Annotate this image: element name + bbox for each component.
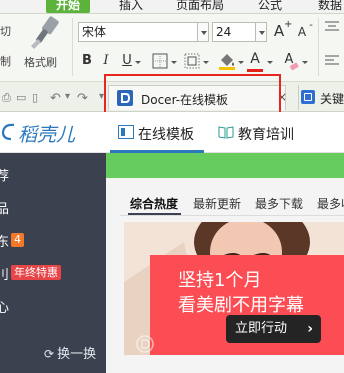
filter-divider: [120, 215, 344, 216]
docer-brand-mark-icon: [1, 123, 15, 141]
sidebar-item-recommended[interactable]: 荐: [0, 165, 9, 184]
font-color-button[interactable]: A: [248, 50, 262, 68]
template-icon: [118, 125, 134, 139]
eraser-icon: [289, 62, 299, 71]
refresh-label: 换一换: [57, 347, 97, 362]
font-color-swatch: [247, 69, 263, 72]
green-banner[interactable]: [106, 153, 344, 178]
docer-header: 稻壳儿 在线模板 教育培训: [0, 112, 344, 153]
ad-headline: 坚持1个月: [178, 270, 262, 291]
font-size-select[interactable]: 24: [212, 22, 256, 42]
document-tab-2[interactable]: 关键: [298, 85, 344, 110]
highlight-annotation-box: [104, 74, 281, 114]
act-now-label: 立即行动: [235, 321, 288, 336]
filter-tab-popularity[interactable]: 综合热度: [130, 195, 178, 212]
menu-tab-page-layout[interactable]: 页面布局: [176, 0, 224, 13]
book-icon: [218, 126, 234, 139]
menu-tab-formulas[interactable]: 公式: [258, 0, 282, 13]
copy-button[interactable]: 复制: [0, 53, 11, 69]
redo-icon[interactable]: ↷: [77, 91, 88, 106]
docer-watermark-icon: [136, 335, 154, 353]
count-badge: 4: [11, 233, 24, 247]
tab-education-training-label: 教育培训: [238, 127, 294, 143]
italic-button[interactable]: I: [100, 52, 112, 70]
spreadsheet-icon: [301, 90, 315, 104]
tab-online-templates-label: 在线模板: [138, 127, 194, 143]
promo-tag: 年终特惠: [11, 265, 61, 280]
sidebar-item-4[interactable]: 刂: [0, 264, 9, 283]
refresh-icon: ⟳: [44, 347, 55, 361]
bold-button[interactable]: B: [80, 52, 94, 70]
grow-font-plus-icon: +: [284, 19, 293, 30]
fill-color-caret-icon[interactable]: [238, 61, 244, 64]
category-sidebar: 荐 品 东 4 刂 年终特惠 心 ⟳ 换一换: [0, 153, 106, 373]
undo-caret-icon[interactable]: ▾: [65, 91, 70, 102]
menu-tab-data[interactable]: 数据: [318, 0, 342, 13]
font-name-dropdown-icon[interactable]: [197, 22, 209, 42]
clear-format-caret-icon[interactable]: [302, 61, 308, 64]
cell-style-caret-icon[interactable]: [203, 61, 209, 64]
filter-tab-newest[interactable]: 最新更新: [193, 195, 241, 212]
undo-icon[interactable]: ↶: [50, 91, 61, 106]
ribbon-menu-bar: 开始 插入 页面布局 公式 数据: [0, 0, 344, 14]
print-preview-icon[interactable]: ▭: [16, 91, 26, 104]
ribbon-divider: [72, 18, 73, 76]
tab-online-templates[interactable]: 在线模板: [110, 112, 204, 153]
sidebar-item-5[interactable]: 心: [0, 297, 9, 316]
sidebar-item-products[interactable]: 品: [0, 198, 9, 217]
print-icon[interactable]: ⎙: [2, 91, 11, 105]
export-pdf-icon[interactable]: ▯: [32, 91, 38, 104]
ad-subheadline: 看美剧不用字幕: [178, 295, 304, 316]
format-painter-label: 格式刷: [24, 56, 57, 69]
promo-ad-card[interactable]: 坚持1个月 看美剧不用字幕 立即行动 ›: [124, 222, 344, 355]
borders-caret-icon[interactable]: [171, 61, 177, 64]
filter-tab-most-favorites[interactable]: 最多收: [317, 195, 344, 212]
font-size-dropdown-icon[interactable]: [255, 22, 267, 42]
align-top-icon[interactable]: [325, 20, 339, 32]
cell-style-icon[interactable]: [184, 53, 200, 69]
menu-tab-home[interactable]: 开始: [46, 0, 91, 13]
align-left-icon[interactable]: [325, 54, 339, 66]
font-name-select[interactable]: 宋体: [78, 22, 198, 42]
underline-button[interactable]: U: [120, 52, 134, 70]
ribbon-divider-2: [318, 18, 319, 76]
tab-education-training[interactable]: 教育培训: [214, 112, 310, 153]
act-now-button[interactable]: 立即行动 ›: [226, 315, 321, 343]
borders-icon[interactable]: [152, 53, 168, 69]
cut-button[interactable]: 剪切: [0, 23, 11, 39]
menu-tab-insert[interactable]: 插入: [119, 0, 143, 13]
fill-color-icon[interactable]: [218, 52, 236, 70]
underline-caret-icon[interactable]: [135, 61, 141, 64]
sidebar-item-3[interactable]: 东: [0, 231, 9, 250]
document-tab-2-label: 关键: [320, 92, 344, 106]
shrink-font-minus-icon: -: [309, 20, 313, 31]
ribbon-toolbar: 剪切 复制 格式刷 宋体 24 A + A - B I U A A: [0, 14, 344, 82]
docer-brand[interactable]: 稻壳儿: [18, 120, 75, 147]
refresh-button[interactable]: ⟳ 换一换: [44, 343, 96, 362]
chevron-right-icon: ›: [307, 321, 313, 337]
filter-tab-most-downloads[interactable]: 最多下载: [255, 195, 303, 212]
format-painter-icon[interactable]: [28, 16, 60, 50]
font-color-caret-icon[interactable]: [267, 61, 273, 64]
